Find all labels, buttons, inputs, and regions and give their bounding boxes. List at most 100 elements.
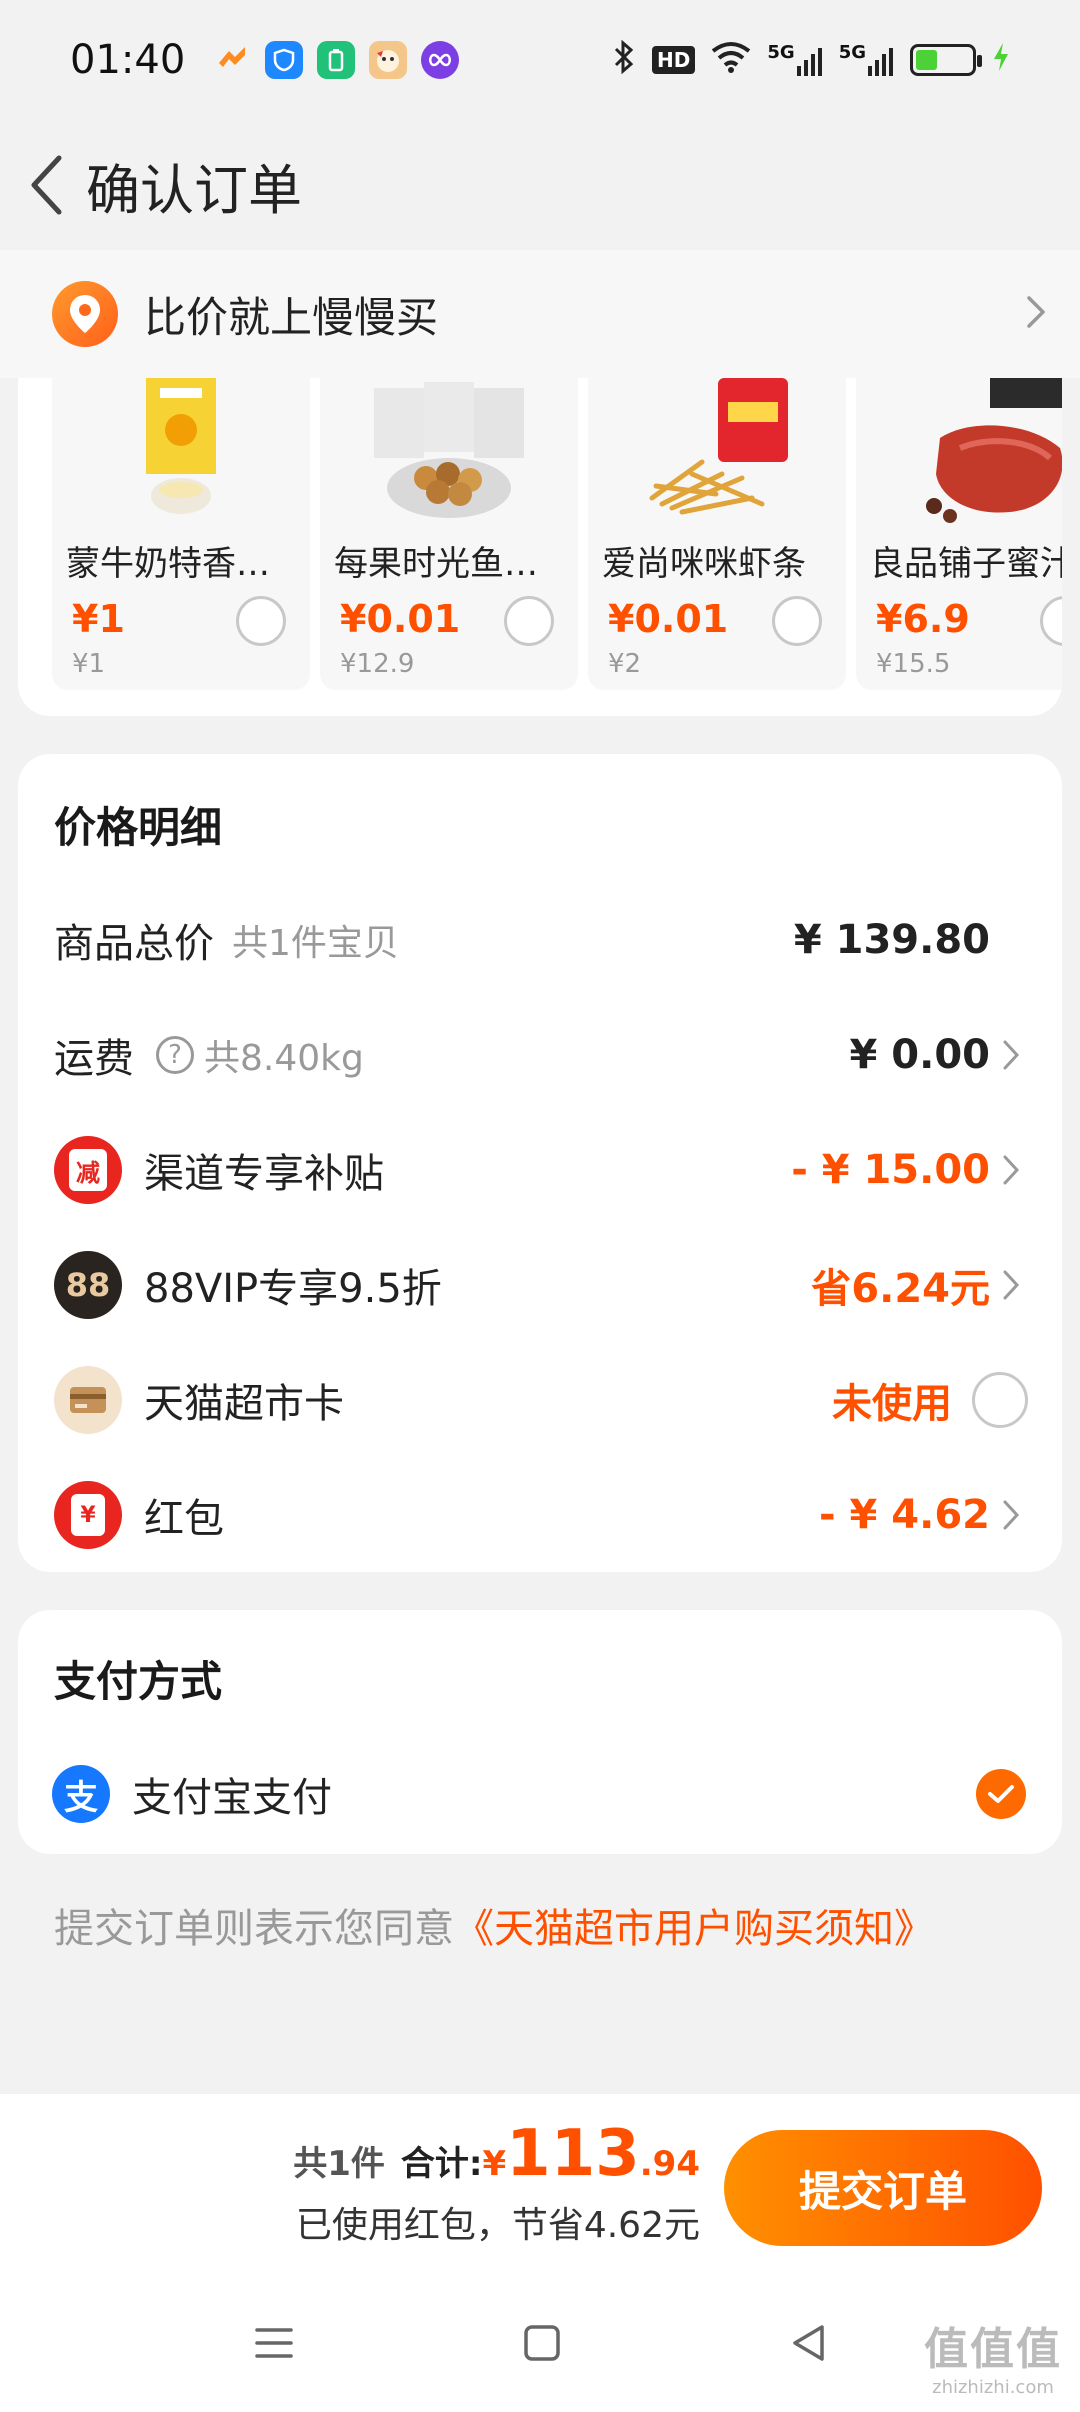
chevron-right-icon (1002, 1269, 1028, 1301)
product-name: 爱尚咪咪虾条 (602, 544, 806, 584)
product-select-radio[interactable] (504, 596, 554, 646)
shipping-label: 运费 (54, 1036, 134, 1082)
total-decimal: .94 (639, 2144, 700, 2184)
question-icon[interactable]: ? (156, 1036, 194, 1074)
market-card-status: 未使用 (832, 1381, 952, 1427)
product-card[interactable]: 良品铺子蜜汁 ¥6.9 ¥15.5 (856, 378, 1062, 690)
hd-icon: HD (652, 46, 696, 74)
product-card[interactable]: 蒙牛奶特香蕉牛奶 ¥1 ¥1 (52, 378, 310, 690)
total-currency: ¥ (482, 2144, 507, 2184)
product-image-milk (52, 378, 310, 528)
total-integer: 113 (506, 2117, 640, 2191)
product-original-price: ¥15.5 (876, 649, 951, 679)
goods-count: 共1件宝贝 (232, 923, 399, 964)
subsidy-icon: 减 (54, 1136, 122, 1204)
red-packet-value: - ¥ 4.62 (819, 1492, 990, 1538)
product-card[interactable]: 爱尚咪咪虾条 ¥0.01 ¥2 (588, 378, 846, 690)
product-image-peanuts (320, 378, 578, 528)
site-watermark: 值值值 zhizhizhi.com (924, 2313, 1062, 2398)
menu-icon[interactable] (254, 2326, 294, 2364)
home-icon[interactable] (523, 2324, 561, 2366)
total-label: 合计: (400, 2144, 483, 2184)
product-image-shrimp-sticks (588, 378, 846, 528)
battery-icon (910, 44, 982, 76)
alipay-option[interactable]: 支 支付宝支付 (18, 1754, 1062, 1834)
price-detail-card: 价格明细 商品总价 共1件宝贝 ¥ 139.80 运费 ? 共8.40kg ¥ … (18, 754, 1062, 1572)
signal-5g-icon: 5G (839, 44, 894, 76)
product-original-price: ¥2 (608, 649, 642, 679)
product-name: 蒙牛奶特香蕉牛奶 (66, 544, 310, 584)
system-nav-bar (0, 2290, 1080, 2400)
vip-discount-row[interactable]: 88 88VIP专享9.5折 省6.24元 (18, 1245, 1062, 1325)
agreement-notice: 提交订单则表示您同意《天猫超市用户购买须知》 (54, 1896, 934, 1954)
market-card-label: 天猫超市卡 (144, 1381, 344, 1427)
wifi-icon (711, 41, 751, 80)
network-type-label: 5G (838, 42, 866, 63)
product-image-jerky (856, 378, 1062, 528)
vip-discount-value: 省6.24元 (811, 1266, 990, 1312)
goods-total-value: ¥ 139.80 (793, 917, 990, 963)
vip-icon-glyph: 88 (65, 1266, 111, 1304)
charging-icon (992, 42, 1010, 79)
checkmark-icon[interactable] (976, 1769, 1026, 1819)
channel-subsidy-value: - ¥ 15.00 (791, 1147, 990, 1193)
status-bar: 01:40 HD 5G 5G (0, 0, 1080, 120)
shipping-row[interactable]: 运费 ? 共8.40kg ¥ 0.00 (18, 1015, 1062, 1095)
shipping-fee: ¥ 0.00 (849, 1032, 990, 1078)
subsidy-icon-glyph: 减 (69, 1149, 107, 1191)
chevron-right-icon (1002, 1499, 1028, 1531)
nav-header: 确认订单 (0, 120, 1080, 250)
product-name: 良品铺子蜜汁 (870, 544, 1062, 584)
infinity-app-icon (421, 41, 460, 79)
product-original-price: ¥12.9 (340, 649, 415, 679)
battery-app-icon (317, 41, 356, 79)
watermark-sub: zhizhizhi.com (932, 2377, 1054, 2398)
red-packet-icon: ¥ (54, 1481, 122, 1549)
alipay-label: 支付宝支付 (132, 1775, 332, 1821)
channel-subsidy-row[interactable]: 减 渠道专享补贴 - ¥ 15.00 (18, 1130, 1062, 1210)
alipay-icon: 支 (52, 1765, 110, 1823)
red-packet-row[interactable]: ¥ 红包 - ¥ 4.62 (18, 1475, 1062, 1555)
chevron-right-icon (1026, 295, 1046, 333)
signal-5g-icon: 5G (767, 44, 822, 76)
compare-banner-label: 比价就上慢慢买 (144, 292, 439, 342)
market-card-row[interactable]: 天猫超市卡 未使用 (18, 1360, 1062, 1440)
order-summary: 共1件 合计: ¥ 113 .94 已使用红包，节省4.62元 (293, 2122, 700, 2248)
product-select-radio[interactable] (236, 596, 286, 646)
product-price: ¥6.9 (876, 597, 970, 641)
product-name: 每果时光鱼皮花生 (334, 544, 578, 584)
goods-total-row: 商品总价 共1件宝贝 ¥ 139.80 (18, 900, 1062, 980)
watermark-main: 值值值 (924, 2324, 1062, 2375)
cartoon-app-icon (369, 41, 408, 79)
price-detail-title: 价格明细 (54, 803, 223, 852)
network-type-label: 5G (767, 42, 795, 63)
chevron-left-icon (31, 155, 62, 215)
bluetooth-icon (612, 39, 636, 81)
goods-total-label: 商品总价 (54, 921, 214, 967)
vip-discount-label: 88VIP专享9.5折 (144, 1266, 442, 1312)
shield-app-icon (265, 41, 304, 79)
product-select-radio[interactable] (772, 596, 822, 646)
agreement-prefix: 提交订单则表示您同意 (54, 1906, 454, 1952)
product-original-price: ¥1 (72, 649, 106, 679)
market-card-radio[interactable] (972, 1372, 1028, 1428)
channel-subsidy-label: 渠道专享补贴 (144, 1151, 384, 1197)
red-packet-label: 红包 (144, 1496, 224, 1542)
product-card[interactable]: 每果时光鱼皮花生 ¥0.01 ¥12.9 (320, 378, 578, 690)
compare-price-banner[interactable]: 比价就上慢慢买 (0, 250, 1080, 378)
back-triangle-icon[interactable] (790, 2323, 826, 2367)
recommended-products: 蒙牛奶特香蕉牛奶 ¥1 ¥1 每果时光鱼皮花生 ¥0.01 ¥12.9 爱尚咪咪… (18, 378, 1062, 716)
app-notification-icon (213, 41, 251, 79)
vip-88-icon: 88 (54, 1251, 122, 1319)
submit-order-button[interactable]: 提交订单 (724, 2130, 1042, 2246)
payment-method-card: 支付方式 支 支付宝支付 (18, 1610, 1062, 1854)
back-button[interactable] (10, 145, 82, 225)
card-icon (54, 1366, 122, 1434)
payment-title: 支付方式 (54, 1657, 223, 1706)
status-indicators: HD 5G 5G (612, 39, 1010, 81)
savings-text: 已使用红包，节省4.62元 (295, 2205, 700, 2246)
status-time: 01:40 (70, 37, 186, 83)
agreement-link[interactable]: 《天猫超市用户购买须知》 (454, 1906, 934, 1952)
chevron-right-icon (1002, 1154, 1028, 1186)
red-packet-icon-glyph: ¥ (71, 1494, 105, 1536)
